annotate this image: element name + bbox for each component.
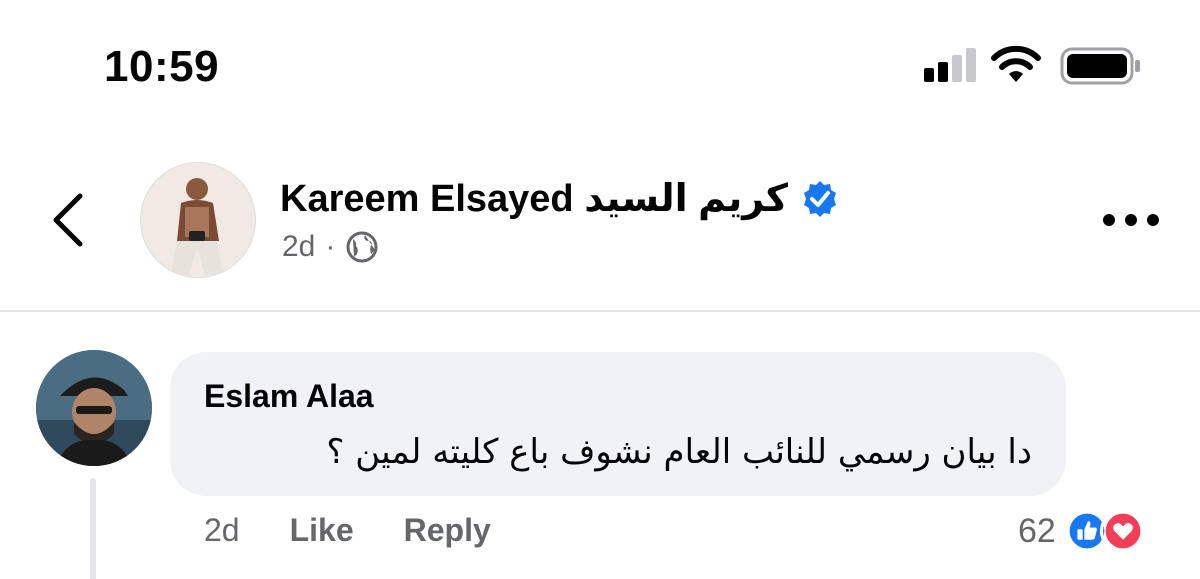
verified-badge-icon xyxy=(803,180,836,217)
author-name-text: Kareem Elsayed كريم السيد xyxy=(280,178,788,220)
globe-icon xyxy=(346,231,378,263)
reaction-count: 62 xyxy=(1018,511,1056,550)
post-timestamp[interactable]: 2d xyxy=(282,230,315,264)
post-meta: 2d · xyxy=(282,230,379,264)
back-chevron-icon[interactable] xyxy=(50,192,86,248)
comment-text: دا بيان رسمي للنائب العام نشوف باع كليته… xyxy=(326,432,1032,472)
comment-bubble: Eslam Alaa دا بيان رسمي للنائب العام نشو… xyxy=(170,352,1066,496)
more-options-icon[interactable] xyxy=(1100,208,1162,232)
person-photo-icon xyxy=(141,163,255,277)
person-photo-icon xyxy=(36,350,152,466)
status-bar: 10:59 xyxy=(0,0,1200,130)
reaction-summary[interactable]: 62 xyxy=(1018,508,1146,554)
commenter-name[interactable]: Eslam Alaa xyxy=(204,378,374,415)
header-divider xyxy=(0,310,1200,312)
post-header: Kareem Elsayed كريم السيد 2d · xyxy=(0,150,1200,300)
status-time: 10:59 xyxy=(104,42,220,91)
battery-icon xyxy=(1060,47,1140,85)
love-reaction-icon xyxy=(1099,508,1146,554)
meta-separator: · xyxy=(325,230,336,263)
cellular-signal-icon xyxy=(924,48,976,82)
comment-actions: 2d Like Reply xyxy=(204,512,491,549)
author-avatar[interactable] xyxy=(140,162,256,278)
reply-button[interactable]: Reply xyxy=(404,512,491,549)
like-button[interactable]: Like xyxy=(290,512,354,549)
post-author-name[interactable]: Kareem Elsayed كريم السيد xyxy=(280,176,840,221)
commenter-avatar[interactable] xyxy=(36,350,152,466)
wifi-icon xyxy=(991,45,1041,82)
thread-line xyxy=(90,478,96,579)
comment-timestamp[interactable]: 2d xyxy=(204,512,240,549)
